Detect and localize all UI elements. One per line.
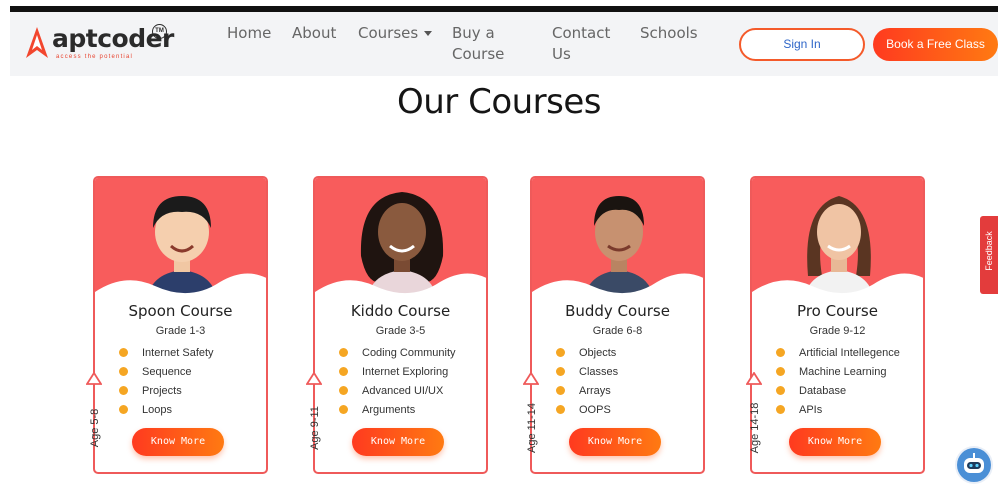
site-header: aptcoder TM access the potential Home Ab… [10,12,998,76]
nav-schools[interactable]: Schools [640,23,698,44]
nav-buy-line2: Course [452,45,505,63]
course-grade: Grade 6-8 [592,325,643,337]
list-item: Artificial Intellegence [776,344,900,363]
list-item: Database [776,382,900,401]
age-text: Age 5-8 [89,408,101,448]
nav-contact[interactable]: Contact Us [552,23,610,65]
list-item: Internet Safety [119,344,214,363]
course-grade: Grade 9-12 [809,325,866,337]
know-more-button[interactable]: Know More [132,428,224,456]
age-label-kiddo: Age 9-11 [304,372,324,462]
chatbot-button[interactable] [955,446,993,484]
age-text: Age 14-18 [749,402,761,454]
list-item: Loops [119,401,214,420]
bullet-icon [339,386,348,395]
bullet-icon [776,348,785,357]
topic-list: Internet Safety Sequence Projects Loops [119,344,214,420]
age-text: Age 11-14 [526,403,538,453]
nav-buy-line1: Buy a [452,24,495,42]
course-grade: Grade 3-5 [375,325,426,337]
course-card-spoon: Spoon Course Grade 1-3 Internet Safety S… [93,176,268,474]
bullet-icon [119,405,128,414]
course-title: Kiddo Course [350,302,451,320]
age-label-buddy: Age 11-14 [521,372,541,462]
feedback-tab[interactable]: Feedback [980,216,998,294]
list-item: Internet Exploring [339,363,456,382]
bullet-icon [776,405,785,414]
sign-in-button[interactable]: Sign In [739,28,865,61]
list-item: Arrays [556,382,618,401]
bullet-icon [339,405,348,414]
course-card-kiddo: Kiddo Course Grade 3-5 Coding Community … [313,176,488,474]
course-title: Pro Course [797,302,878,320]
nav-contact-line1: Contact [552,24,611,42]
nav-contact-line2: Us [552,45,571,63]
list-item: Advanced UI/UX [339,382,456,401]
rocket-icon [26,27,48,58]
age-label-spoon: Age 5-8 [84,372,104,462]
age-text: Age 9-11 [309,406,321,450]
bullet-icon [119,386,128,395]
list-item: Objects [556,344,618,363]
nav-home[interactable]: Home [227,23,271,44]
nav-courses[interactable]: Courses [358,23,433,44]
age-label-pro: Age 14-18 [744,372,764,462]
know-more-button[interactable]: Know More [569,428,661,456]
list-item: Machine Learning [776,363,900,382]
bullet-icon [776,367,785,376]
nav-about[interactable]: About [292,23,336,44]
course-card-buddy: Buddy Course Grade 6-8 Objects Classes A… [530,176,705,474]
bullet-icon [339,367,348,376]
course-card-pro: Pro Course Grade 9-12 Artificial Intelle… [750,176,925,474]
list-item: Coding Community [339,344,456,363]
book-free-class-button[interactable]: Book a Free Class [873,28,998,61]
list-item: Projects [119,382,214,401]
topic-list: Objects Classes Arrays OOPS [556,344,618,420]
bullet-icon [556,348,565,357]
caret-down-icon [424,31,433,36]
know-more-button[interactable]: Know More [789,428,881,456]
bullet-icon [556,405,565,414]
bullet-icon [776,386,785,395]
bullet-icon [119,348,128,357]
nav-buy-course[interactable]: Buy a Course [452,23,504,65]
course-title: Buddy Course [565,302,670,320]
course-grade: Grade 1-3 [155,325,206,337]
logo-tagline: access the potential [56,54,134,60]
bullet-icon [556,386,565,395]
logo[interactable]: aptcoder TM access the potential [24,22,174,68]
list-item: APIs [776,401,900,420]
list-item: Arguments [339,401,456,420]
list-item: Sequence [119,363,214,382]
list-item: Classes [556,363,618,382]
list-item: OOPS [556,401,618,420]
topic-list: Coding Community Internet Exploring Adva… [339,344,456,420]
topic-list: Artificial Intellegence Machine Learning… [776,344,900,420]
course-title: Spoon Course [128,302,233,320]
trademark-badge: TM [152,24,167,39]
feedback-label: Feedback [984,231,994,271]
bullet-icon [119,367,128,376]
robot-icon [957,448,991,482]
nav-courses-label: Courses [358,24,419,42]
bullet-icon [556,367,565,376]
bullet-icon [339,348,348,357]
section-title: Our Courses [396,82,602,122]
know-more-button[interactable]: Know More [352,428,444,456]
